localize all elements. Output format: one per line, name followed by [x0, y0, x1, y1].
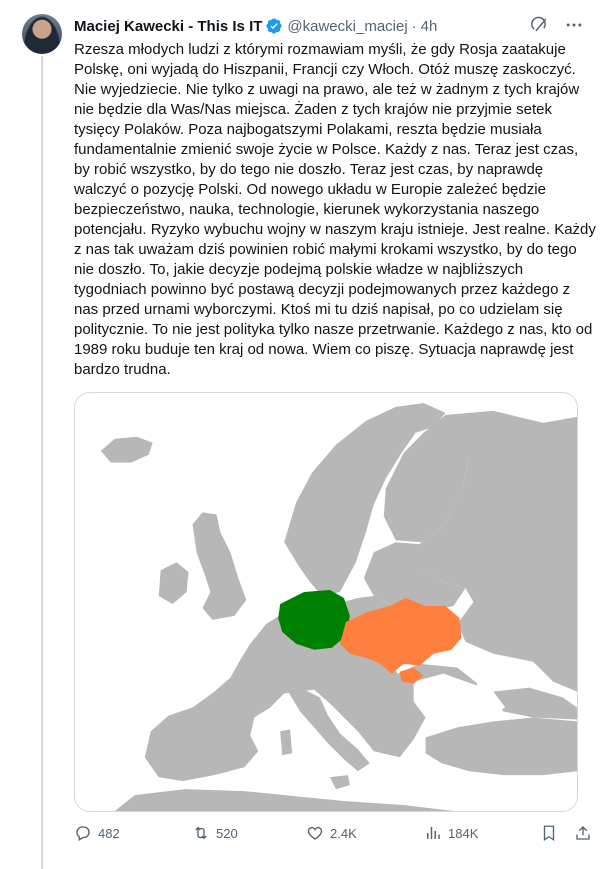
- more-icon[interactable]: [564, 15, 584, 35]
- share-button[interactable]: [574, 824, 592, 842]
- views-count: 184K: [448, 825, 479, 841]
- like-icon: [307, 826, 323, 840]
- like-count: 2.4K: [330, 825, 357, 841]
- action-bar: 482 520 2.4K 184K: [74, 822, 596, 844]
- tweet-header: Maciej Kawecki - This Is IT @kawecki_mac…: [74, 15, 594, 37]
- avatar[interactable]: [22, 14, 62, 54]
- reply-count: 482: [98, 825, 120, 841]
- handle[interactable]: @kawecki_maciej: [287, 18, 407, 35]
- map-image[interactable]: [74, 392, 578, 812]
- timestamp[interactable]: 4h: [421, 18, 438, 35]
- separator: ·: [411, 17, 417, 35]
- tweet[interactable]: Maciej Kawecki - This Is IT @kawecki_mac…: [0, 0, 608, 869]
- grok-icon[interactable]: [530, 15, 550, 35]
- share-icon: [576, 826, 590, 840]
- header-actions: [530, 15, 584, 35]
- views-button[interactable]: 184K: [424, 824, 478, 842]
- display-name[interactable]: Maciej Kawecki - This Is IT: [74, 18, 262, 35]
- land-sardinia: [280, 729, 293, 756]
- reply-icon: [76, 826, 90, 841]
- like-button[interactable]: 2.4K: [306, 824, 357, 842]
- reply-button[interactable]: 482: [74, 824, 120, 842]
- thread-line: [41, 56, 43, 869]
- europe-map: [75, 393, 577, 811]
- bookmark-icon: [543, 825, 555, 842]
- retweet-count: 520: [216, 825, 238, 841]
- bookmark-button[interactable]: [540, 824, 558, 842]
- retweet-button[interactable]: 520: [192, 824, 238, 842]
- views-icon: [427, 827, 440, 839]
- avatar-column: [22, 14, 62, 54]
- tweet-text: Rzesza młodych ludzi z którymi rozmawiam…: [74, 41, 596, 378]
- retweet-icon: [195, 826, 207, 840]
- verified-badge-icon: [265, 17, 283, 35]
